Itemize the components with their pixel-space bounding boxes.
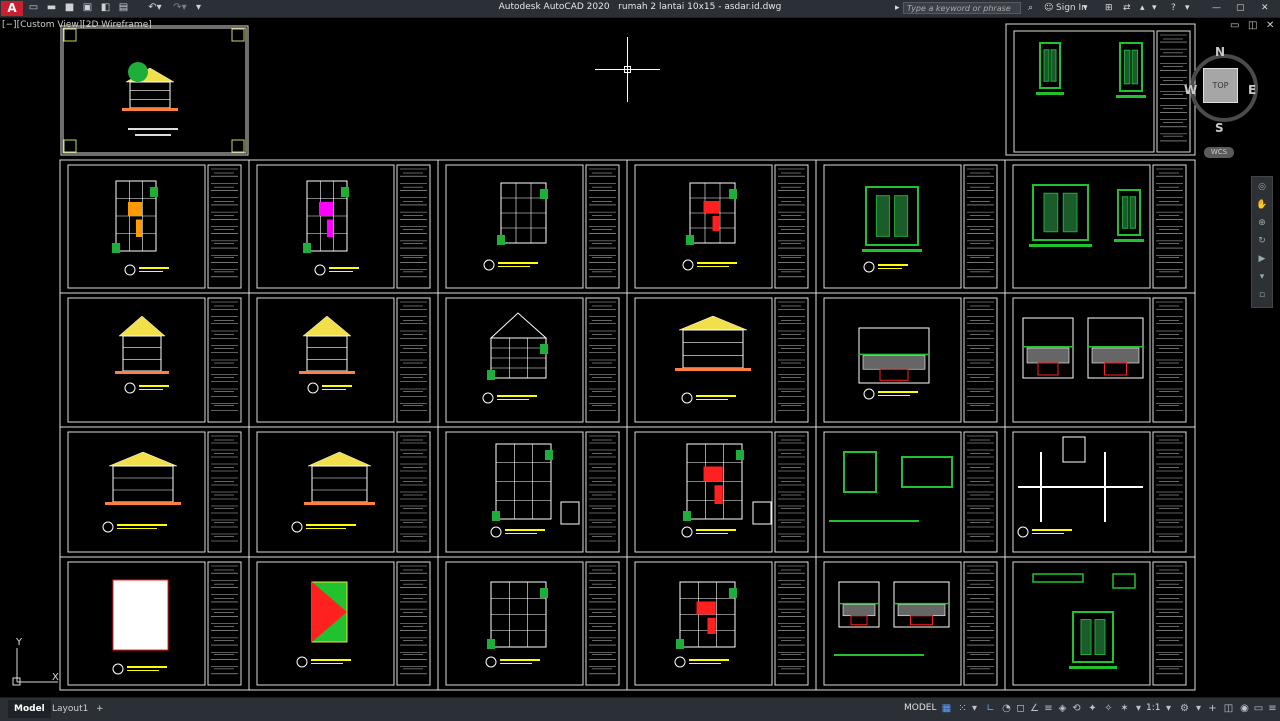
status-bar: Model Layout1 + MODEL ▦ ⁙ ▾ ∟ ◔ ◻ ∠ ≡ ◈ … (0, 697, 1280, 721)
annotation-scale[interactable]: 1:1 (1146, 703, 1160, 713)
drawing-name: rumah 2 lantai 10x15 - asdar.id.dwg (618, 2, 782, 12)
plot-icon[interactable]: ▤ (117, 1, 130, 15)
zoom-extents-icon[interactable]: ⊕ (1255, 217, 1269, 229)
ucs-y-label: Y (15, 637, 23, 648)
navbar-close-icon[interactable]: ▫ (1255, 289, 1269, 301)
transparency-icon[interactable]: ◈ (1056, 702, 1069, 715)
doc-minimize-icon[interactable]: ▭ (1230, 20, 1239, 31)
polar-icon[interactable]: ◔ (1000, 702, 1013, 715)
save-as-icon[interactable]: ▣ (81, 1, 94, 15)
minimize-icon[interactable]: — (1212, 2, 1221, 15)
annotation-icon[interactable]: ✦ (1086, 702, 1099, 715)
compass-east[interactable]: E (1248, 83, 1256, 97)
save-icon[interactable]: ■ (63, 1, 76, 15)
tab-model[interactable]: Model (8, 700, 51, 718)
ortho-icon[interactable]: ∟ (984, 702, 997, 715)
scale-dropdown-icon[interactable]: ▾ (1162, 702, 1175, 715)
close-icon[interactable]: ✕ (1261, 2, 1269, 15)
units-icon[interactable]: ◫ (1222, 702, 1235, 715)
help-dropdown-icon[interactable]: ▾ (1185, 2, 1190, 15)
tab-layout1[interactable]: Layout1 (46, 700, 94, 718)
undo-icon[interactable]: ↶▾ (145, 1, 165, 15)
grid-icon[interactable]: ▦ (940, 702, 953, 715)
wcs-menu[interactable]: WCS (1204, 147, 1234, 158)
settings-dropdown-icon[interactable]: ▾ (1152, 2, 1157, 15)
redo-icon[interactable]: ↷▾ (170, 1, 190, 15)
settings-icon[interactable]: ▴ (1140, 2, 1145, 15)
navbar-settings-icon[interactable]: ▾ (1255, 271, 1269, 283)
doc-close-icon[interactable]: ✕ (1266, 20, 1274, 31)
annotation-visibility-icon[interactable]: ✧ (1102, 702, 1115, 715)
user-icon: ☺ (1044, 3, 1054, 13)
exchange-icon[interactable]: ⇄ (1123, 2, 1131, 15)
showmotion-icon[interactable]: ▶ (1255, 253, 1269, 265)
annotation-monitor-icon[interactable]: + (1206, 702, 1219, 715)
viewport-controls[interactable]: [−][Custom View][2D Wireframe] (2, 20, 152, 30)
lineweight-icon[interactable]: ≡ (1042, 702, 1055, 715)
sign-in-dropdown-icon[interactable]: ▾ (1083, 2, 1088, 15)
doc-restore-icon[interactable]: ◫ (1248, 20, 1257, 31)
compass-west[interactable]: W (1184, 83, 1197, 97)
clean-screen-icon[interactable]: ▭ (1252, 702, 1265, 715)
isolate-icon[interactable]: ◉ (1238, 702, 1251, 715)
app-title: Autodesk AutoCAD 2020 (498, 2, 610, 12)
add-layout-button[interactable]: + (90, 700, 110, 718)
steering-wheel-icon[interactable]: ◎ (1255, 181, 1269, 193)
compass-north[interactable]: N (1215, 45, 1225, 59)
ucs-x-label: X (52, 672, 59, 683)
auto-scale-icon[interactable]: ✶ (1118, 702, 1131, 715)
help-icon[interactable]: ? (1171, 2, 1176, 15)
model-space-button[interactable]: MODEL (904, 703, 936, 713)
drawing-canvas[interactable] (0, 18, 1280, 697)
maximize-icon[interactable]: ▢ (1236, 2, 1245, 15)
snap-dropdown-icon[interactable]: ▾ (968, 702, 981, 715)
selection-cycling-icon[interactable]: ⟲ (1070, 702, 1083, 715)
otrack-icon[interactable]: ∠ (1028, 702, 1041, 715)
web-icon[interactable]: ◧ (99, 1, 112, 15)
new-icon[interactable]: ▭ (27, 1, 40, 15)
cart-icon[interactable]: ⊞ (1105, 2, 1113, 15)
annotation-dropdown-icon[interactable]: ▾ (1132, 702, 1145, 715)
workspace-icon[interactable]: ⚙ (1178, 702, 1191, 715)
viewcube[interactable]: N S E W TOP (1184, 44, 1260, 148)
workspace-dropdown-icon[interactable]: ▾ (1192, 702, 1205, 715)
compass-south[interactable]: S (1215, 121, 1224, 135)
search-arrow-icon[interactable]: ▸ (895, 2, 900, 15)
customize-icon[interactable]: ≡ (1266, 702, 1279, 715)
search-input[interactable]: Type a keyword or phrase (903, 2, 1021, 14)
osnap-icon[interactable]: ◻ (1014, 702, 1027, 715)
title-bar: A ▭ ▬ ■ ▣ ◧ ▤ ↶▾ ↷▾ ▾ Autodesk AutoCAD 2… (0, 0, 1280, 18)
pan-icon[interactable]: ✋ (1255, 199, 1269, 211)
open-icon[interactable]: ▬ (45, 1, 58, 15)
dropdown-icon[interactable]: ▾ (192, 1, 205, 15)
orbit-icon[interactable]: ↻ (1255, 235, 1269, 247)
viewcube-top-face[interactable]: TOP (1203, 68, 1238, 103)
pickbox (624, 66, 631, 73)
ucs-icon: Y X (12, 637, 59, 686)
navigation-bar: ◎ ✋ ⊕ ↻ ▶ ▾ ▫ (1251, 176, 1273, 308)
binoculars-icon[interactable]: ⌕ (1028, 2, 1033, 15)
application-menu-button[interactable]: A (1, 1, 23, 16)
